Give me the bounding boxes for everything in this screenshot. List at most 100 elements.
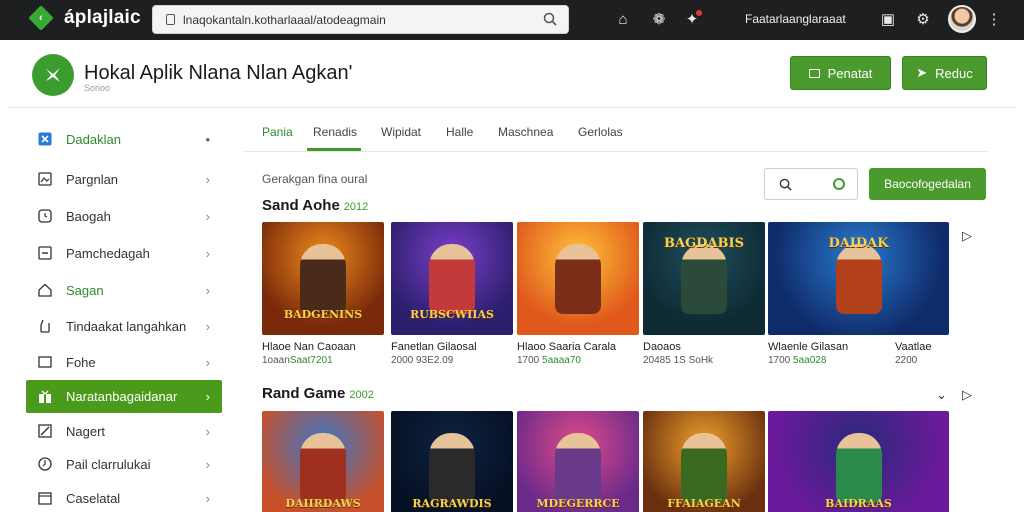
sidebar-item-7[interactable]: Naratanbagaidanar › (26, 380, 222, 413)
page-title: Hokal Aplik Nlana Nlan Agkan' (84, 62, 353, 84)
game-card[interactable]: BAGDABIS Daoaos 20485 1S SoHk (643, 222, 765, 366)
game-meta-text: 1700 (768, 355, 794, 366)
game-meta: 1oaanSaat7201 (262, 355, 384, 366)
game-rating: 5aa028 (793, 355, 827, 366)
game-card[interactable]: DAIIRDAWS (262, 411, 384, 512)
game-card[interactable]: BAIDRAAS (768, 411, 949, 512)
gear-icon[interactable]: ⚙ (913, 10, 933, 30)
game-thumbnail[interactable]: RUBSCWIIAS (391, 222, 513, 335)
game-art-title: FFAIAGEAN (667, 497, 741, 510)
tab-1[interactable]: Renadis (313, 125, 357, 139)
game-thumbnail[interactable]: FFAIAGEAN (643, 411, 765, 512)
notification-icon[interactable]: ✦ (682, 10, 702, 30)
chevron-down-icon[interactable]: ⌄ (936, 387, 947, 403)
chevron-right-icon: › (205, 245, 210, 261)
sidebar-item-6[interactable]: Fohe › (26, 346, 222, 378)
game-title[interactable]: Fanetlan Gilaosal (391, 341, 513, 353)
game-card[interactable]: Hlaoo Saaria Carala 1700 5aaaa70 (517, 222, 639, 366)
folder-icon (38, 356, 52, 368)
clock-icon (38, 209, 52, 223)
sidebar-item-label: Pamchedagah (66, 245, 150, 261)
grid-icon (38, 132, 52, 146)
dot-icon: • (205, 131, 210, 147)
sidebar-item-label: Baogah (66, 208, 111, 224)
address-bar[interactable]: lnaqokantaln.kotharlaaal/atodeagmain (152, 5, 569, 34)
logo-mark-icon: ‹ (28, 5, 54, 31)
game-meta-text: 2200 (895, 355, 918, 366)
game-card[interactable]: BADGENINS Hlaoe Nan Caoaan 1oaanSaat7201 (262, 222, 384, 366)
game-meta: 2000 93E2.09 (391, 355, 513, 366)
tab-5[interactable]: Gerlolas (578, 125, 623, 139)
primary-header-button[interactable]: Penatat (790, 56, 891, 90)
game-meta-text: 20485 1S SoHk (643, 355, 714, 366)
game-thumbnail[interactable]: RAGRAWDIS (391, 411, 513, 512)
refresh-icon[interactable] (833, 178, 845, 190)
sidebar-item-3[interactable]: Pamchedagah › (26, 237, 222, 269)
sidebar-item-4[interactable]: Sagan › (26, 274, 222, 306)
sidebar-item-2[interactable]: Baogah › (26, 200, 222, 232)
game-thumbnail[interactable]: MDEGERRCE (517, 411, 639, 512)
chevron-right-icon: › (205, 282, 210, 298)
game-card[interactable]: RUBSCWIIAS Fanetlan Gilaosal 2000 93E2.09 (391, 222, 513, 366)
game-title[interactable]: Daoaos (643, 341, 765, 353)
game-thumbnail[interactable]: BADGENINS (262, 222, 384, 335)
chevron-right-icon: › (205, 318, 210, 334)
sidebar-item-label: Caselatal (66, 490, 121, 506)
tab-4[interactable]: Maschnea (498, 125, 553, 139)
lock-icon (166, 14, 175, 25)
sidebar-item-5[interactable]: Tindaakat langahkan › (26, 310, 222, 342)
filter-search-input[interactable] (764, 168, 858, 200)
tab-3[interactable]: Halle (446, 125, 473, 139)
game-meta-text: 1oaan (262, 355, 290, 366)
game-art-title: DAIIRDAWS (285, 497, 361, 510)
game-thumbnail[interactable]: BAGDABIS (643, 222, 765, 335)
game-thumbnail[interactable] (517, 222, 639, 335)
sidebar-item-0[interactable]: Dadaklan • (26, 123, 222, 155)
section-caption: Gerakgan fina oural (262, 172, 368, 186)
image-icon (38, 172, 52, 186)
game-thumbnail[interactable]: BAIDRAAS (768, 411, 949, 512)
game-title[interactable]: Hlaoo Saaria Carala (517, 341, 639, 353)
window-icon[interactable]: ▣ (878, 10, 898, 30)
game-thumbnail[interactable]: DAIIRDAWS (262, 411, 384, 512)
secondary-header-button-label: Reduc (935, 65, 973, 81)
game-title[interactable]: Vaatlae (895, 341, 1017, 353)
sidebar-item-10[interactable]: Caselatal › (26, 482, 222, 512)
sidebar-item-8[interactable]: Nagert › (26, 415, 222, 447)
sidebar-item-1[interactable]: Pargnlan › (26, 163, 222, 195)
game-title[interactable]: Hlaoe Nan Caoaan (262, 341, 384, 353)
page-subtitle: Sorioo (84, 83, 111, 93)
game-card[interactable]: MDEGERRCE (517, 411, 639, 512)
game-meta-text: 1700 (517, 355, 543, 366)
search-icon[interactable] (543, 12, 557, 26)
compass-icon[interactable]: ❁ (649, 10, 669, 30)
app-logo[interactable]: ‹ áplajlaic (28, 5, 141, 31)
game-card[interactable]: RAGRAWDIS (391, 411, 513, 512)
sidebar-item-9[interactable]: Pail clarrulukai › (26, 448, 222, 480)
secondary-header-button[interactable]: ➤ Reduc (902, 56, 987, 90)
home-icon[interactable]: ⌂ (613, 10, 633, 30)
game-card[interactable]: Vaatlae 2200 (895, 222, 1017, 366)
user-name[interactable]: Faatarlaanglaraaat (745, 12, 846, 26)
character-art (681, 244, 727, 314)
character-art (836, 433, 882, 503)
chevron-right-icon: › (205, 171, 210, 187)
app-name: áplajlaic (64, 7, 141, 28)
chevron-right-icon: › (205, 490, 210, 506)
character-art (836, 244, 882, 314)
edit-icon (38, 424, 52, 438)
recommend-button[interactable]: Baocofogedalan (869, 168, 986, 200)
game-card[interactable]: FFAIAGEAN (643, 411, 765, 512)
url-text: lnaqokantaln.kotharlaaal/atodeagmain (183, 13, 386, 27)
tab-0[interactable]: Pania (262, 125, 293, 139)
character-art (681, 433, 727, 503)
brand-logo-icon[interactable] (32, 54, 74, 96)
character-art (429, 244, 475, 314)
card-icon (808, 68, 820, 78)
game-art-title: BADGENINS (283, 308, 363, 321)
row-year: 2002 (349, 389, 374, 401)
tab-2[interactable]: Wipidat (381, 125, 421, 139)
avatar[interactable] (948, 5, 976, 33)
more-vertical-icon[interactable]: ⋮ (984, 10, 1004, 30)
row-next-arrow-icon[interactable]: ▷ (962, 387, 972, 403)
